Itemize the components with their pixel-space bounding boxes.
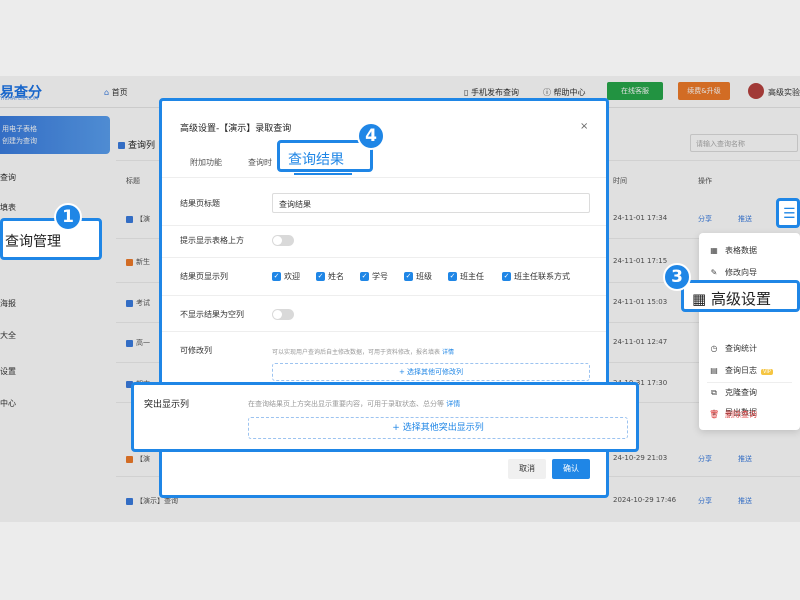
clone-icon: ⧉	[711, 388, 717, 397]
dialog-title: 高级设置-【演示】录取查询	[180, 124, 292, 134]
menu-item-query-log[interactable]: ▤ 查询日志 VIP	[709, 365, 773, 376]
query-result-tab-callout[interactable]: 查询结果	[277, 140, 373, 172]
highlight-cols-label: 突出显示列	[144, 400, 190, 410]
hide-empty-toggle[interactable]	[272, 309, 294, 320]
col-checkbox-name[interactable]: ✓ 姓名	[316, 271, 344, 282]
check-icon: ✓	[448, 272, 457, 281]
tab-query-time[interactable]: 查询时	[248, 157, 272, 168]
result-cols-label: 结果页显示列	[180, 272, 228, 281]
more-dropdown-menu: ▦ 表格数据 ✎ 修改向导 ◷ 查询统计 ▤ 查询日志 VIP ⧉ 克隆查询 ⤓ 导出数据	[699, 233, 800, 430]
vip-badge: VIP	[761, 369, 773, 375]
editable-cols-hint: 可以实现用户查询后自主修改数据，可用于资料修改，报名填表 详情	[272, 349, 454, 356]
cancel-button[interactable]: 取消	[508, 459, 546, 479]
document-icon: ▤	[710, 366, 718, 375]
query-management-callout[interactable]: 查询管理	[0, 218, 102, 260]
step-4-badge: 4	[357, 122, 385, 150]
show-above-label: 提示显示表格上方	[180, 236, 244, 245]
menu-item-clone[interactable]: ⧉ 克隆查询	[709, 387, 757, 398]
highlight-detail-link[interactable]: 详情	[446, 400, 460, 408]
pencil-icon: ✎	[710, 268, 718, 277]
col-checkbox-welcome[interactable]: ✓ 欢迎	[272, 271, 300, 282]
close-icon[interactable]: ×	[580, 121, 588, 132]
advanced-settings-label: ▦ 高级设置	[692, 290, 771, 308]
check-icon: ✓	[360, 272, 369, 281]
menu-item-delete[interactable]: 🗑 删除查询	[709, 409, 757, 420]
col-checkbox-teacher[interactable]: ✓ 班主任	[448, 271, 484, 282]
check-icon: ✓	[502, 272, 511, 281]
menu-item-table-data[interactable]: ▦ 表格数据	[709, 245, 757, 256]
trash-icon: 🗑	[709, 410, 720, 419]
add-editable-col-button[interactable]: + 选择其他可修改列	[272, 363, 590, 381]
result-title-label: 结果页标题	[180, 199, 220, 208]
menu-item-statistics[interactable]: ◷ 查询统计	[709, 343, 758, 354]
editable-cols-label: 可修改列	[180, 346, 212, 355]
confirm-button[interactable]: 确认	[552, 459, 590, 479]
grid-icon: ▦	[692, 290, 707, 308]
highlight-cols-callout: 突出显示列 在查询结果页上方突出显示重要内容，可用于录取状态、总分等 详情 + …	[131, 382, 639, 452]
highlight-cols-hint: 在查询结果页上方突出显示重要内容，可用于录取状态、总分等 详情	[248, 400, 461, 408]
col-checkbox-class[interactable]: ✓ 班级	[404, 271, 432, 282]
check-icon: ✓	[404, 272, 413, 281]
result-title-input[interactable]: 查询结果	[272, 193, 590, 213]
step-3-badge: 3	[663, 263, 691, 291]
show-above-toggle[interactable]	[272, 235, 294, 246]
query-management-label: 查询管理	[5, 234, 61, 250]
step-1-badge: 1	[54, 203, 82, 231]
clock-icon: ◷	[710, 344, 718, 353]
add-highlight-col-button[interactable]: + 选择其他突出显示列	[248, 417, 628, 439]
advanced-settings-callout[interactable]: ▦ 高级设置	[681, 280, 800, 312]
hide-empty-label: 不显示结果为空列	[180, 310, 244, 319]
tab-query-result[interactable]: 查询结果	[288, 149, 344, 169]
grid-icon: ▦	[710, 246, 718, 255]
editable-detail-link[interactable]: 详情	[442, 349, 454, 356]
active-tab-indicator	[294, 173, 352, 175]
check-icon: ✓	[316, 272, 325, 281]
tab-extra-features[interactable]: 附加功能	[190, 157, 222, 168]
more-menu-button[interactable]: ☰	[776, 198, 800, 228]
col-checkbox-teacher-contact[interactable]: ✓ 班主任联系方式	[502, 271, 570, 282]
check-icon: ✓	[272, 272, 281, 281]
menu-item-edit-wizard[interactable]: ✎ 修改向导	[709, 267, 757, 278]
col-checkbox-student-id[interactable]: ✓ 学号	[360, 271, 388, 282]
menu-icon: ☰	[783, 206, 796, 222]
